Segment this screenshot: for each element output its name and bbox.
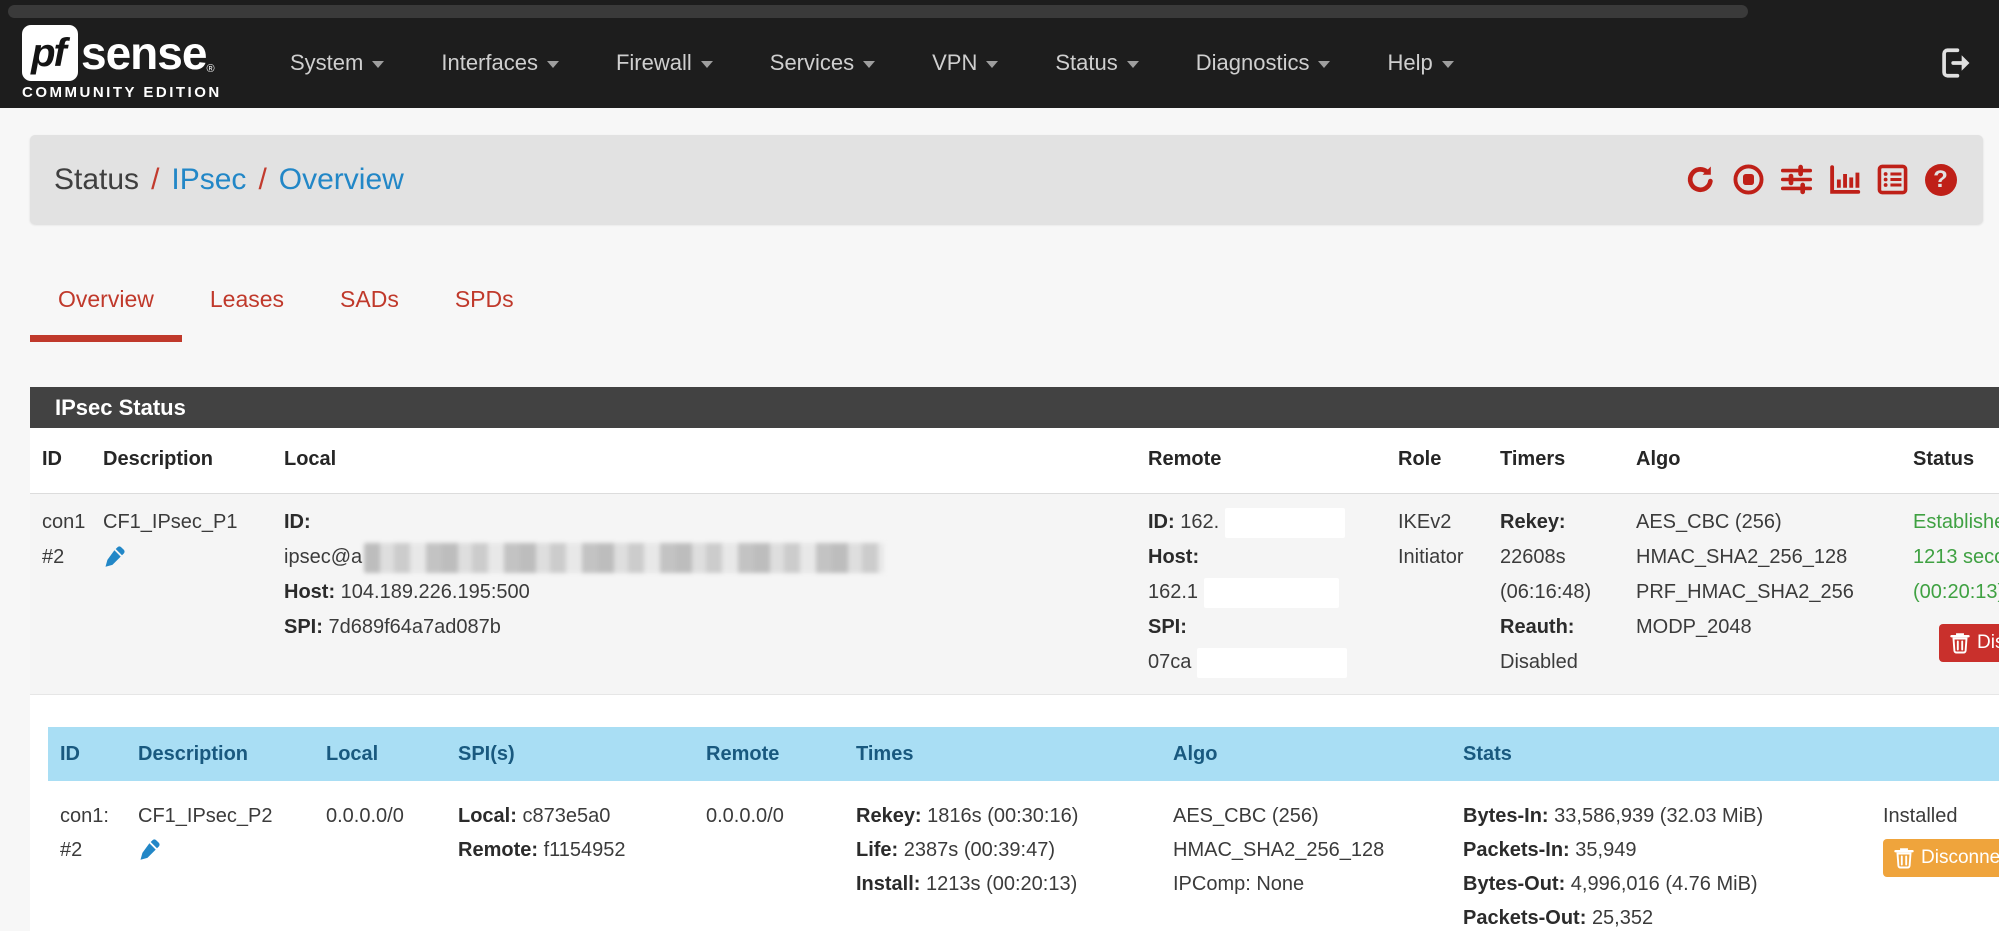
col-id: ID <box>30 442 103 477</box>
ike-role-cell: IKEv2 Initiator <box>1398 505 1500 680</box>
child-local-cell: 0.0.0.0/0 <box>326 799 458 931</box>
ike-local-cell: ID: ipsec@a Host: 104.189.226.195:500 SP… <box>284 505 1148 680</box>
child-id-cell: con1: #2 <box>48 799 138 931</box>
col-remote: Remote <box>1148 442 1398 477</box>
child-table-header: ID Description Local SPI(s) Remote Times… <box>48 727 1999 781</box>
redacted-remote-host <box>1204 578 1339 608</box>
child-col-description: Description <box>138 740 326 768</box>
tab-leases[interactable]: Leases <box>182 272 312 342</box>
redacted-local-id <box>364 543 884 573</box>
chevron-down-icon <box>1127 61 1139 68</box>
breadcrumb-ipsec-link[interactable]: IPsec <box>171 163 246 197</box>
chevron-down-icon <box>1318 61 1330 68</box>
trash-icon <box>1950 632 1970 654</box>
breadcrumb-separator: / <box>258 163 266 197</box>
menu-firewall[interactable]: Firewall <box>616 50 713 76</box>
chevron-down-icon <box>372 61 384 68</box>
status-established: Established <box>1913 505 1999 540</box>
breadcrumb: Status / IPsec / Overview <box>54 163 404 197</box>
ike-table-header: ID Description Local Remote Role Timers … <box>30 428 1999 494</box>
child-col-times: Times <box>856 740 1173 768</box>
ike-algo-cell: AES_CBC (256) HMAC_SHA2_256_128 PRF_HMAC… <box>1636 505 1913 680</box>
logo-sense-text: sense <box>81 26 206 80</box>
subnav-tabs: Overview Leases SADs SPDs <box>30 272 542 342</box>
filter-sliders-icon[interactable] <box>1780 163 1813 196</box>
trash-icon <box>1894 847 1914 869</box>
child-description-cell: CF1_IPsec_P2 <box>138 799 326 931</box>
ike-remote-cell: ID: 162. Host: 162.1 SPI: 07ca <box>1148 505 1398 680</box>
chevron-down-icon <box>863 61 875 68</box>
logo-registered-mark: ® <box>206 63 214 75</box>
redacted-remote-spi <box>1197 648 1347 678</box>
chevron-down-icon <box>1442 61 1454 68</box>
menu-diagnostics[interactable]: Diagnostics <box>1196 50 1331 76</box>
ipsec-status-panel: IPsec Status ID Description Local Remote… <box>30 387 1999 931</box>
child-disconnect-button[interactable]: Disconnect <box>1883 839 1999 877</box>
navbar-top-strip <box>8 5 1748 18</box>
child-stats-cell: Bytes-In: 33,586,939 (32.03 MiB) Packets… <box>1463 799 1883 931</box>
col-description: Description <box>103 442 284 477</box>
top-navbar: pf sense ® COMMUNITY EDITION System Inte… <box>0 0 1999 108</box>
child-col-stats: Stats <box>1463 740 1883 768</box>
logo-edition-text: COMMUNITY EDITION <box>22 84 232 101</box>
child-times-cell: Rekey: 1816s (00:30:16) Life: 2387s (00:… <box>856 799 1173 931</box>
child-col-id: ID <box>48 740 138 768</box>
disconnect-button[interactable]: Disconnect <box>1939 624 1999 662</box>
child-col-blank <box>1883 740 1999 768</box>
chevron-down-icon <box>701 61 713 68</box>
breadcrumb-bar: Status / IPsec / Overview ? <box>30 135 1983 224</box>
child-col-remote: Remote <box>706 740 856 768</box>
menu-services[interactable]: Services <box>770 50 875 76</box>
child-spis-cell: Local: c873e5a0 Remote: f1154952 <box>458 799 706 931</box>
child-remote-cell: 0.0.0.0/0 <box>706 799 856 931</box>
ike-status-cell: Established 1213 seconds (00:20:13) Disc… <box>1913 505 1999 680</box>
stop-icon[interactable] <box>1732 163 1765 196</box>
ike-description-cell: CF1_IPsec_P1 <box>103 505 284 680</box>
child-sa-row: con1: #2 CF1_IPsec_P2 0.0.0.0/0 Local: c… <box>48 781 1999 931</box>
bar-chart-icon[interactable] <box>1828 163 1861 196</box>
menu-help[interactable]: Help <box>1387 50 1453 76</box>
col-algo: Algo <box>1636 442 1913 477</box>
menu-interfaces[interactable]: Interfaces <box>441 50 559 76</box>
ike-row: con1 #2 CF1_IPsec_P1 ID: ipsec@a Host: 1… <box>30 494 1999 695</box>
menu-system[interactable]: System <box>290 50 384 76</box>
refresh-icon[interactable] <box>1684 163 1717 196</box>
tab-overview[interactable]: Overview <box>30 272 182 342</box>
help-icon[interactable]: ? <box>1924 163 1957 196</box>
child-status-cell: Installed Disconnect <box>1883 799 1999 931</box>
edit-pencil-icon[interactable] <box>138 837 162 872</box>
child-col-algo: Algo <box>1173 740 1463 768</box>
edit-pencil-icon[interactable] <box>103 544 127 580</box>
tab-spds[interactable]: SPDs <box>427 272 542 342</box>
log-list-icon[interactable] <box>1876 163 1909 196</box>
pfsense-logo[interactable]: pf sense ® COMMUNITY EDITION <box>22 25 232 101</box>
breadcrumb-overview-link[interactable]: Overview <box>279 163 404 197</box>
col-timers: Timers <box>1500 442 1636 477</box>
menu-status[interactable]: Status <box>1055 50 1138 76</box>
col-role: Role <box>1398 442 1500 477</box>
col-local: Local <box>284 442 1148 477</box>
redacted-remote-id <box>1225 508 1345 538</box>
ike-timers-cell: Rekey: 22608s (06:16:48) Reauth: Disable… <box>1500 505 1636 680</box>
page-action-icons: ? <box>1684 163 1957 196</box>
pfsense-ipsec-status-page: pf sense ® COMMUNITY EDITION System Inte… <box>0 0 1999 931</box>
chevron-down-icon <box>986 61 998 68</box>
ike-id-cell: con1 #2 <box>30 505 103 680</box>
child-sa-section: ID Description Local SPI(s) Remote Times… <box>30 695 1999 931</box>
sign-out-icon[interactable] <box>1939 46 1973 80</box>
breadcrumb-separator: / <box>151 163 159 197</box>
chevron-down-icon <box>547 61 559 68</box>
panel-title: IPsec Status <box>30 387 1999 428</box>
breadcrumb-status: Status <box>54 163 139 197</box>
col-status: Status <box>1913 442 1999 477</box>
child-algo-cell: AES_CBC (256) HMAC_SHA2_256_128 IPComp: … <box>1173 799 1463 931</box>
child-col-spis: SPI(s) <box>458 740 706 768</box>
tab-sads[interactable]: SADs <box>312 272 427 342</box>
menu-vpn[interactable]: VPN <box>932 50 998 76</box>
main-menu: System Interfaces Firewall Services VPN … <box>290 50 1454 76</box>
status-installed: Installed <box>1883 799 1999 833</box>
child-col-local: Local <box>326 740 458 768</box>
logo-pf-box: pf <box>22 25 78 81</box>
